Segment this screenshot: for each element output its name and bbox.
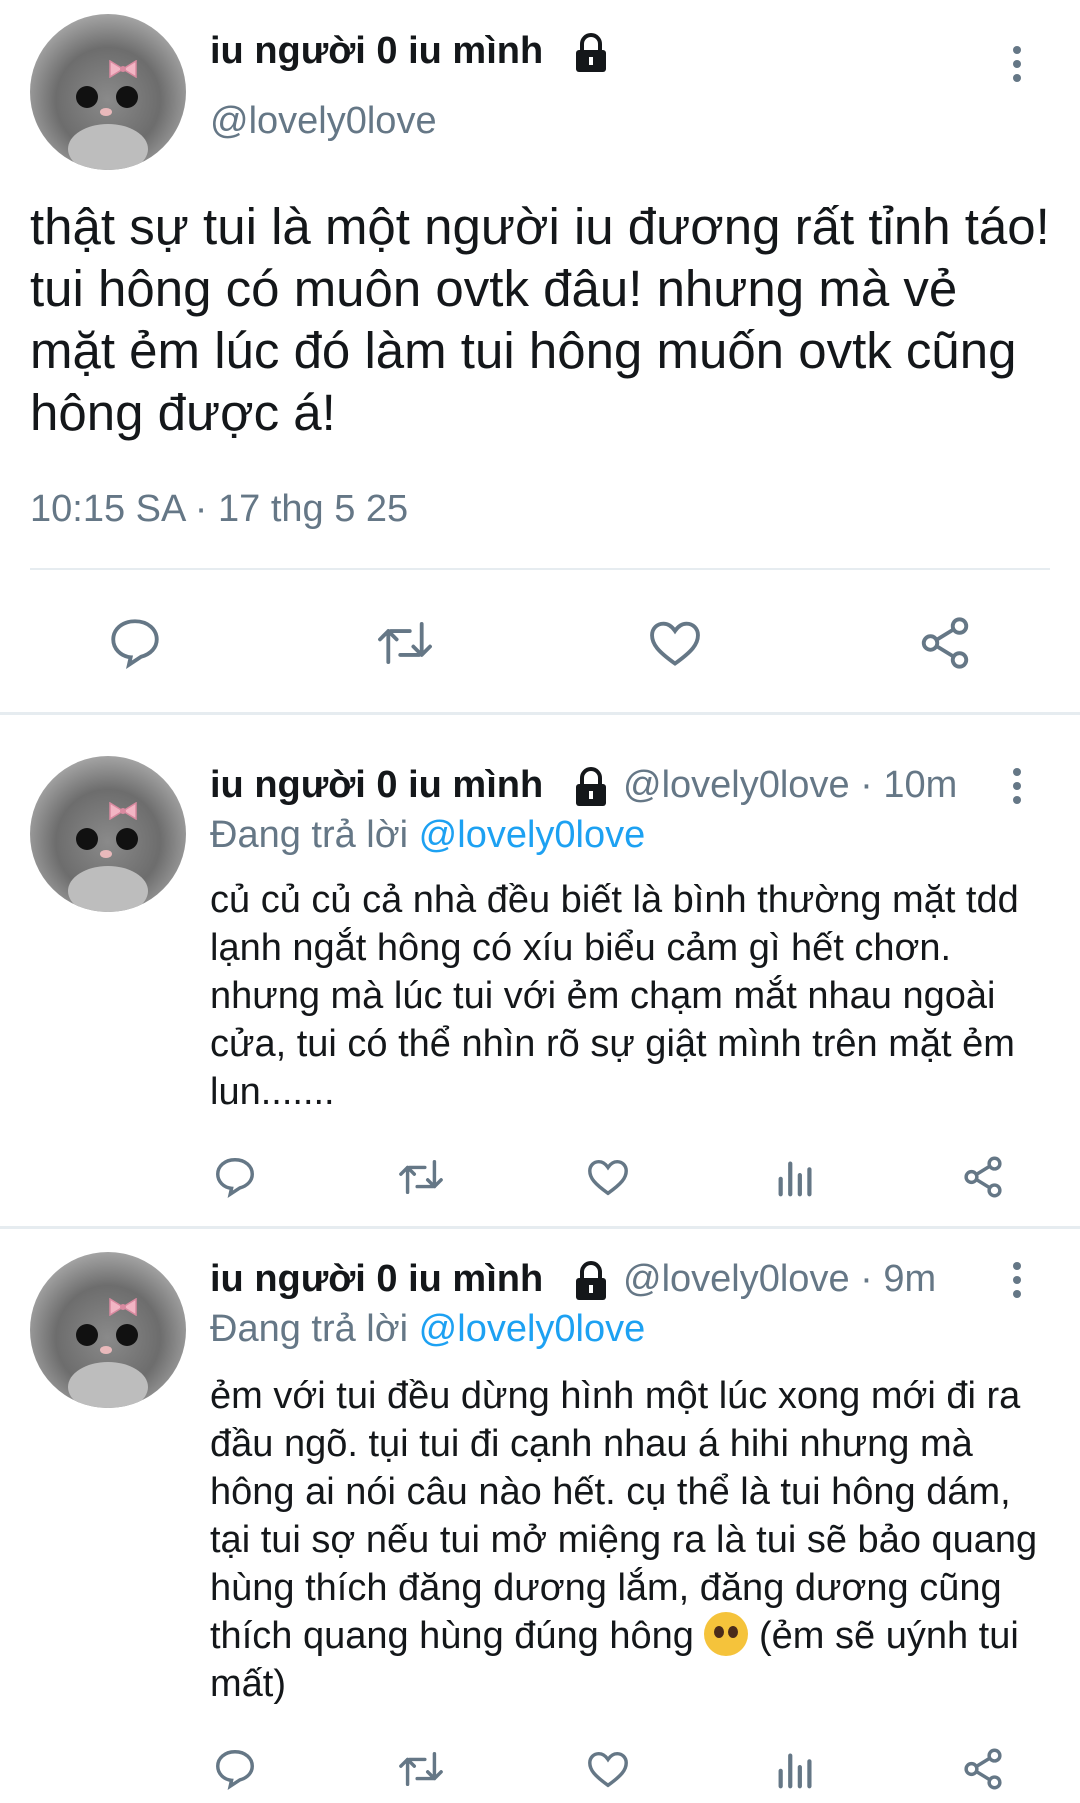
avatar[interactable] [30, 1252, 186, 1408]
handle-time[interactable]: @lovely0love · 9m [623, 1258, 936, 1301]
retweet-icon[interactable] [396, 1154, 446, 1200]
reply-icon[interactable] [106, 614, 164, 672]
like-icon[interactable] [646, 614, 704, 672]
display-name-text: iu người 0 iu mình [210, 30, 544, 72]
avatar[interactable] [30, 14, 186, 170]
replying-to-link[interactable]: @lovely0love [419, 814, 646, 856]
share-icon[interactable] [916, 614, 974, 672]
handle-time[interactable]: @lovely0love · 10m [623, 764, 957, 807]
retweet-icon[interactable] [396, 1746, 446, 1792]
reply-icon[interactable] [212, 1154, 258, 1200]
tweet-timestamp: 10:15 SA · 17 thg 5 25 [30, 488, 409, 530]
share-icon[interactable] [960, 1154, 1006, 1200]
handle[interactable]: @lovely0love [210, 100, 437, 143]
display-name[interactable]: iu người 0 iu mình [210, 30, 610, 73]
divider [30, 568, 1050, 570]
more-options-icon[interactable] [1012, 1262, 1022, 1304]
reply-author[interactable]: iu người 0 iu mình [210, 764, 610, 807]
replying-prefix: Đang trả lời [210, 814, 419, 856]
replying-to: Đang trả lời @lovely0love [210, 1308, 645, 1351]
lock-icon [575, 766, 606, 806]
replying-to: Đang trả lời @lovely0love [210, 814, 645, 857]
analytics-icon[interactable] [773, 1746, 819, 1792]
lock-icon [575, 1260, 606, 1300]
replying-to-link[interactable]: @lovely0love [419, 1308, 646, 1350]
display-name-text: iu người 0 iu mình [210, 1258, 544, 1300]
display-name-text: iu người 0 iu mình [210, 764, 544, 806]
like-icon[interactable] [585, 1746, 631, 1792]
reply-icon[interactable] [212, 1746, 258, 1792]
reply-text: ẻm với tui đều dừng hình một lúc xong mớ… [210, 1372, 1050, 1708]
reply-text: củ củ củ cả nhà đều biết là bình thường … [210, 879, 1019, 1113]
lock-icon [575, 32, 606, 72]
replying-prefix: Đang trả lời [210, 1308, 419, 1350]
like-icon[interactable] [585, 1154, 631, 1200]
pleading-face-emoji [704, 1612, 749, 1656]
share-icon[interactable] [960, 1746, 1006, 1792]
avatar[interactable] [30, 756, 186, 912]
tweet-text: thật sự tui là một người iu đương rất tỉ… [30, 198, 1050, 441]
retweet-icon[interactable] [374, 614, 436, 672]
section-divider [0, 712, 1080, 715]
more-options-icon[interactable] [1012, 46, 1022, 88]
section-divider [0, 1226, 1080, 1229]
analytics-icon[interactable] [773, 1154, 819, 1200]
reply-author[interactable]: iu người 0 iu mình [210, 1258, 610, 1301]
more-options-icon[interactable] [1012, 768, 1022, 810]
